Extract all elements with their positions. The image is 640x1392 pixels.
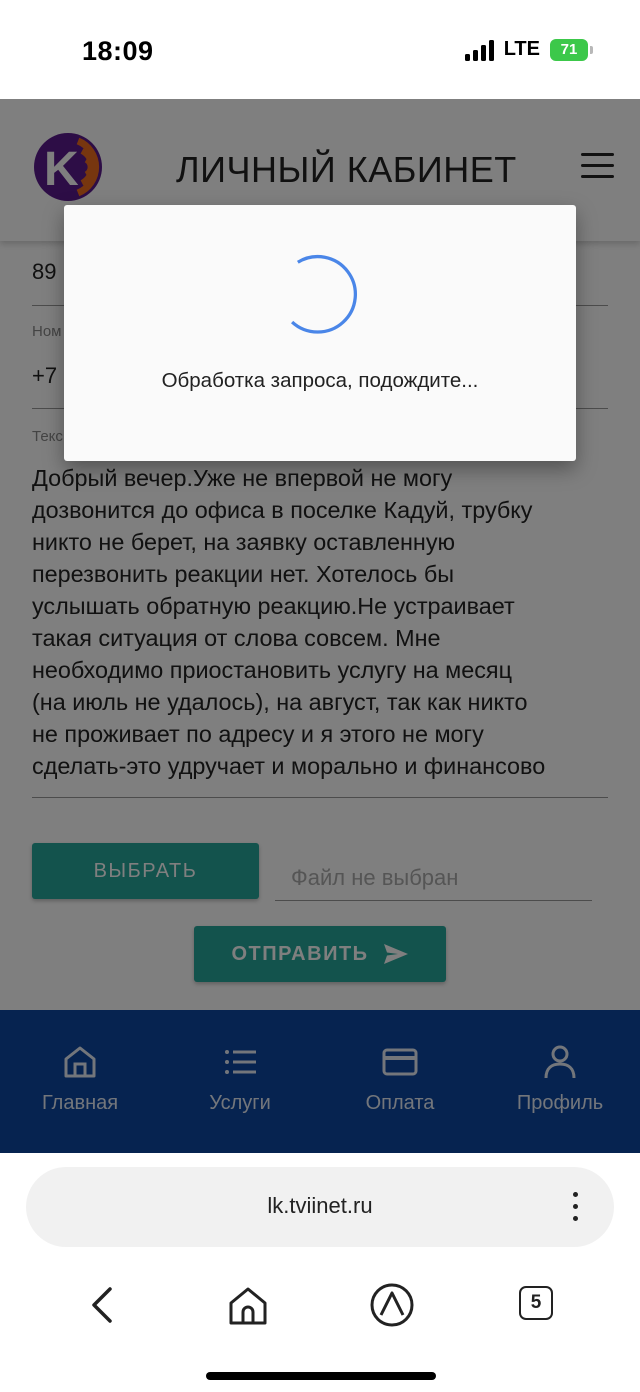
back-icon[interactable] bbox=[76, 1279, 128, 1331]
home-icon[interactable] bbox=[222, 1279, 274, 1331]
app-content: K ЛИЧНЫЙ КАБИНЕТ 89 Ном +7 Текс Добрый в… bbox=[0, 99, 640, 1153]
battery-icon: 71 bbox=[550, 38, 593, 61]
battery-level: 71 bbox=[560, 41, 578, 58]
status-bar: 18:09 LTE 71 bbox=[0, 0, 640, 99]
loading-message: Обработка запроса, подождите... bbox=[161, 369, 479, 392]
signal-strength-icon bbox=[464, 39, 494, 61]
browser-chrome: lk.tviinet.ru 5 bbox=[0, 1153, 640, 1392]
tab-count: 5 bbox=[530, 1292, 542, 1313]
status-indicators: LTE 71 bbox=[464, 38, 593, 61]
tab-switcher-button[interactable]: 5 bbox=[519, 1286, 553, 1320]
loading-spinner-icon bbox=[290, 254, 357, 334]
network-type: LTE bbox=[503, 38, 540, 60]
home-indicator bbox=[206, 1372, 436, 1380]
address-bar-url[interactable]: lk.tviinet.ru bbox=[0, 1193, 640, 1219]
loading-dialog: Обработка запроса, подождите... bbox=[64, 205, 576, 461]
assistant-icon[interactable] bbox=[366, 1279, 418, 1331]
status-time: 18:09 bbox=[82, 36, 154, 66]
more-options-icon[interactable] bbox=[572, 1192, 580, 1224]
